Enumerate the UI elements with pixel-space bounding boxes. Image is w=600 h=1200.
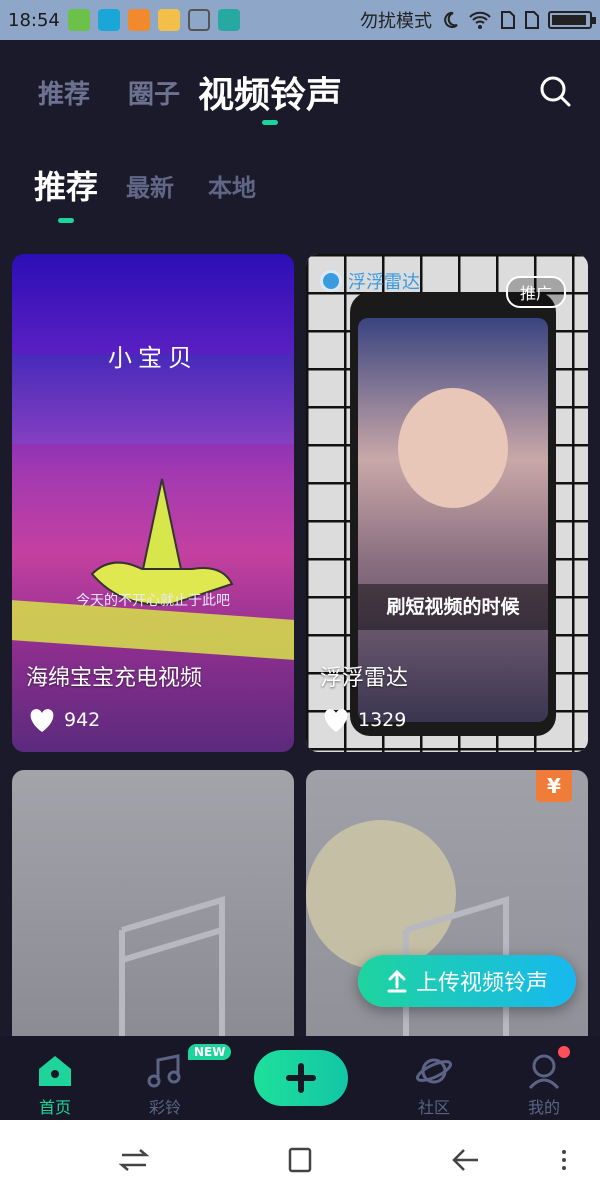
app-notification-icon (67, 9, 90, 31)
nav-label: 首页 (38, 1098, 71, 1117)
card-likes: 942 (26, 706, 100, 734)
notification-dot (558, 1046, 570, 1058)
create-button[interactable] (254, 1050, 348, 1106)
nav-label: 社区 (417, 1098, 450, 1117)
card-overlay-text: 小宝贝 (108, 344, 198, 372)
price-badge: ¥ (536, 770, 572, 802)
battery-icon (548, 11, 596, 29)
status-right: 勿扰模式 (360, 7, 596, 33)
top-tab-recommend[interactable]: 推荐 (38, 74, 90, 111)
warning-icon (127, 9, 150, 31)
top-tab-circle[interactable]: 圈子 (128, 74, 180, 111)
brand-tag: 浮浮雷达 (320, 268, 420, 294)
upload-ringtone-button[interactable]: 上传视频铃声 (358, 955, 576, 1007)
top-tab-indicator (262, 120, 278, 125)
nav-community[interactable]: 社区 (384, 1036, 484, 1120)
sub-tab-latest[interactable]: 最新 (126, 168, 174, 203)
recent-apps-icon[interactable] (118, 1146, 150, 1174)
menu-icon[interactable] (556, 1146, 572, 1174)
video-card[interactable]: 小宝贝 今天的不开心就止于此吧 海绵宝宝充电视频 942 (12, 254, 294, 752)
upload-icon (387, 969, 407, 993)
video-card-ad[interactable]: 刷短视频的时候 浮浮雷达 推广 浮浮雷达 1329 (306, 254, 588, 752)
heart-icon[interactable] (26, 706, 58, 734)
sub-tab-local[interactable]: 本地 (208, 168, 256, 203)
back-icon[interactable] (450, 1146, 482, 1174)
brand-name: 浮浮雷达 (348, 272, 420, 293)
card-likes: 1329 (320, 706, 406, 734)
planet-icon (415, 1058, 453, 1084)
music-note-icon (147, 1054, 181, 1088)
video-card-placeholder[interactable]: ¥ (306, 770, 588, 1050)
wifi-icon (469, 11, 491, 29)
system-nav-bar (0, 1120, 600, 1200)
face-shape (398, 388, 508, 508)
nav-label: 彩铃 (148, 1098, 181, 1117)
video-card-placeholder[interactable] (12, 770, 294, 1050)
like-count: 942 (64, 709, 101, 731)
app-screen: 18:54 勿扰模式 推荐 圈子 视频铃声 推荐 最新 本地 小宝贝 今天的不开… (0, 0, 600, 1200)
brush-icon (187, 9, 210, 31)
usb-icon (217, 9, 240, 31)
sim-icon (525, 11, 539, 29)
heart-icon[interactable] (320, 706, 352, 734)
search-icon[interactable] (538, 74, 572, 108)
status-time: 18:54 (8, 9, 60, 31)
moon-icon (444, 11, 458, 28)
folder-icon (157, 9, 180, 31)
sub-tab-indicator (58, 218, 74, 223)
card-title: 浮浮雷达 (320, 666, 409, 691)
plus-icon (286, 1063, 316, 1093)
home-icon (39, 1056, 71, 1086)
like-count: 1329 (358, 709, 407, 731)
sim-icon (501, 11, 515, 29)
new-badge: NEW (188, 1044, 232, 1060)
upload-label: 上传视频铃声 (415, 971, 548, 996)
ad-badge: 推广 (505, 276, 566, 308)
nav-label: 我的 (527, 1098, 560, 1117)
status-bar: 18:54 勿扰模式 (0, 0, 600, 40)
home-square-icon[interactable] (284, 1146, 316, 1174)
nav-home[interactable]: 首页 (5, 1036, 105, 1120)
profile-icon (528, 1054, 560, 1090)
nav-profile[interactable]: 我的 (494, 1036, 594, 1120)
sub-tab-recommend[interactable]: 推荐 (34, 162, 98, 208)
music-note-icon (119, 895, 225, 1040)
phone-overlay-text: 刷短视频的时候 (358, 584, 548, 630)
app-notification-icon (97, 9, 120, 31)
card-title: 海绵宝宝充电视频 (26, 666, 203, 691)
brand-logo-icon (320, 270, 342, 292)
bottom-nav: 首页 彩铃 NEW 社区 我的 (0, 1036, 600, 1120)
dnd-label: 勿扰模式 (360, 11, 432, 32)
top-nav: 推荐 圈子 视频铃声 (0, 40, 600, 140)
top-tab-video-ringtone[interactable]: 视频铃声 (198, 66, 342, 118)
